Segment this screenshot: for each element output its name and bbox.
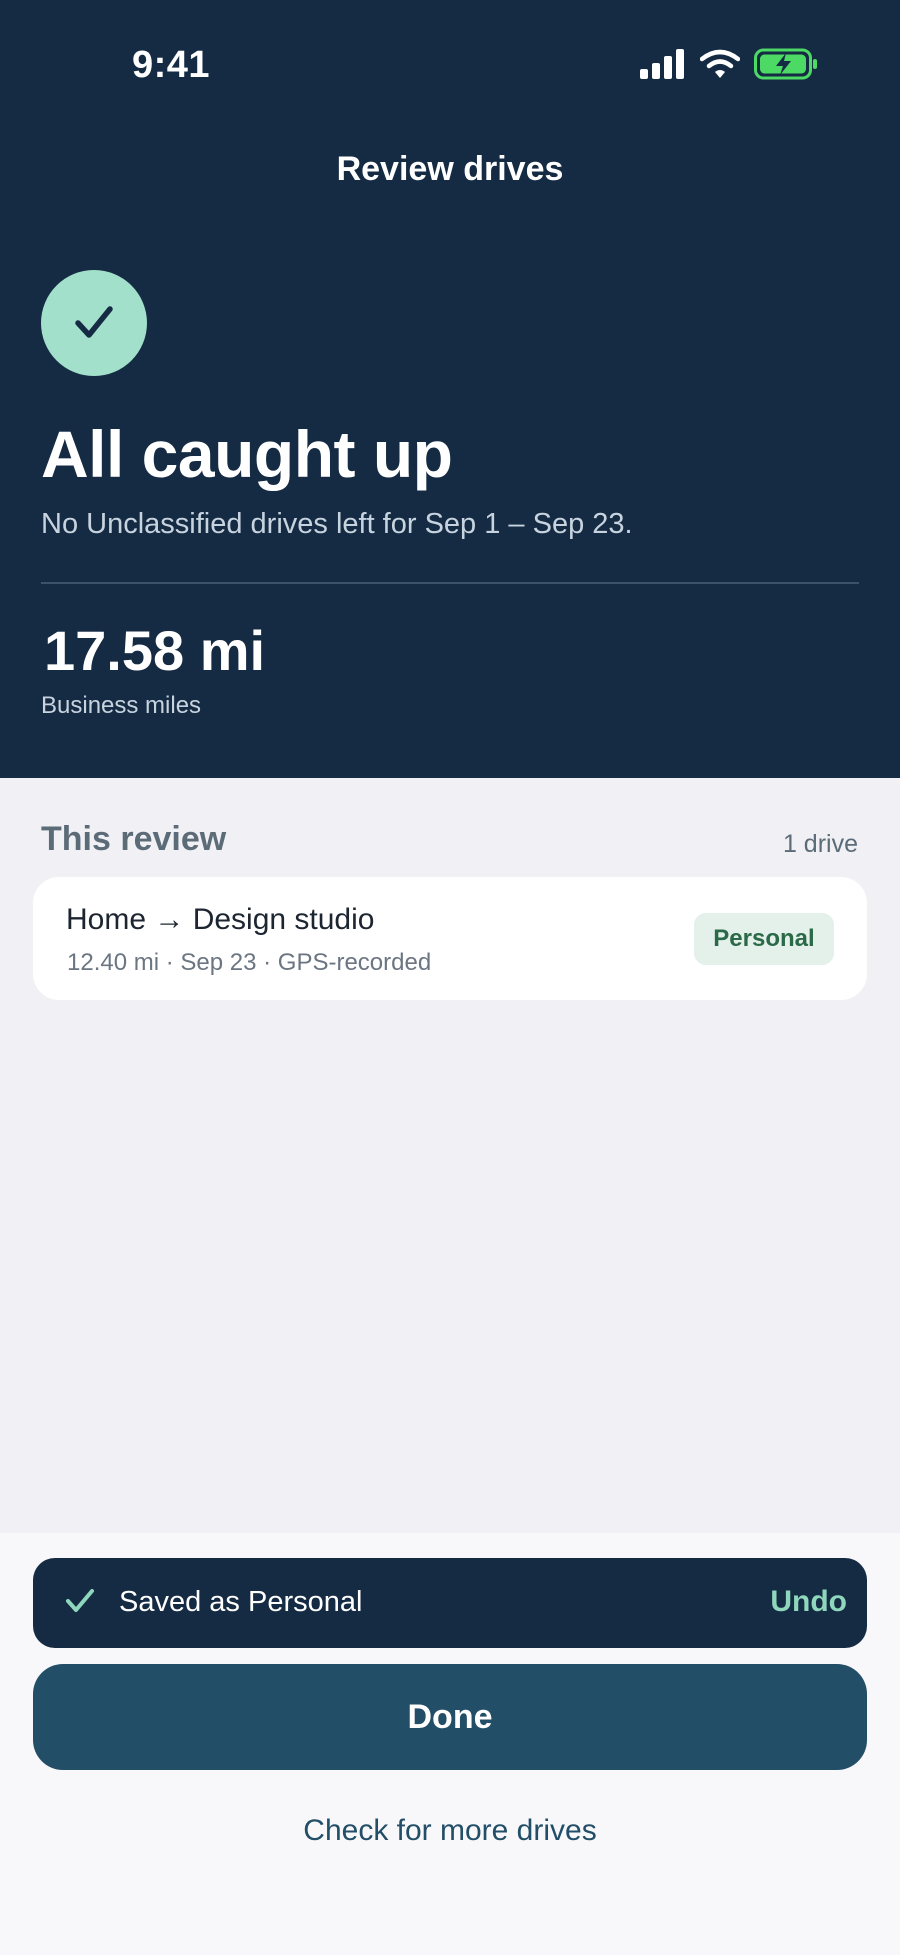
business-miles-label: Business miles bbox=[41, 692, 202, 719]
classification-badge: Personal bbox=[694, 913, 834, 965]
signal-icon bbox=[640, 49, 684, 79]
drive-count: 1 drive bbox=[782, 830, 858, 858]
drive-route: Home → Design studio bbox=[66, 903, 375, 936]
drive-meta: 12.40 mi · Sep 23 · GPS-recorded bbox=[67, 949, 432, 976]
undo-button[interactable]: Undo bbox=[770, 1585, 847, 1619]
section-title: This review bbox=[41, 820, 227, 858]
subtext: No Unclassified drives left for Sep 1 – … bbox=[41, 508, 633, 540]
check-icon bbox=[66, 1589, 94, 1612]
nav-title: Review drives bbox=[336, 150, 564, 188]
wifi-icon bbox=[700, 49, 740, 78]
header: 9:41 Review drives All caught up No Uncl… bbox=[0, 0, 900, 778]
check-more-drives-link[interactable]: Check for more drives bbox=[0, 1814, 900, 1848]
business-miles-value: 17.58 mi bbox=[44, 619, 266, 682]
status-time: 9:41 bbox=[132, 44, 211, 86]
drive-card[interactable]: Home → Design studio 12.40 mi · Sep 23 ·… bbox=[33, 877, 867, 1000]
saved-toast: Saved as Personal Undo bbox=[33, 1558, 867, 1648]
toast-message: Saved as Personal bbox=[119, 1586, 363, 1618]
status-icons bbox=[640, 48, 818, 80]
headline: All caught up bbox=[41, 417, 453, 491]
battery-charging-icon bbox=[754, 48, 817, 80]
done-button[interactable]: Done bbox=[33, 1664, 867, 1770]
check-icon bbox=[41, 270, 147, 376]
divider bbox=[41, 582, 859, 584]
